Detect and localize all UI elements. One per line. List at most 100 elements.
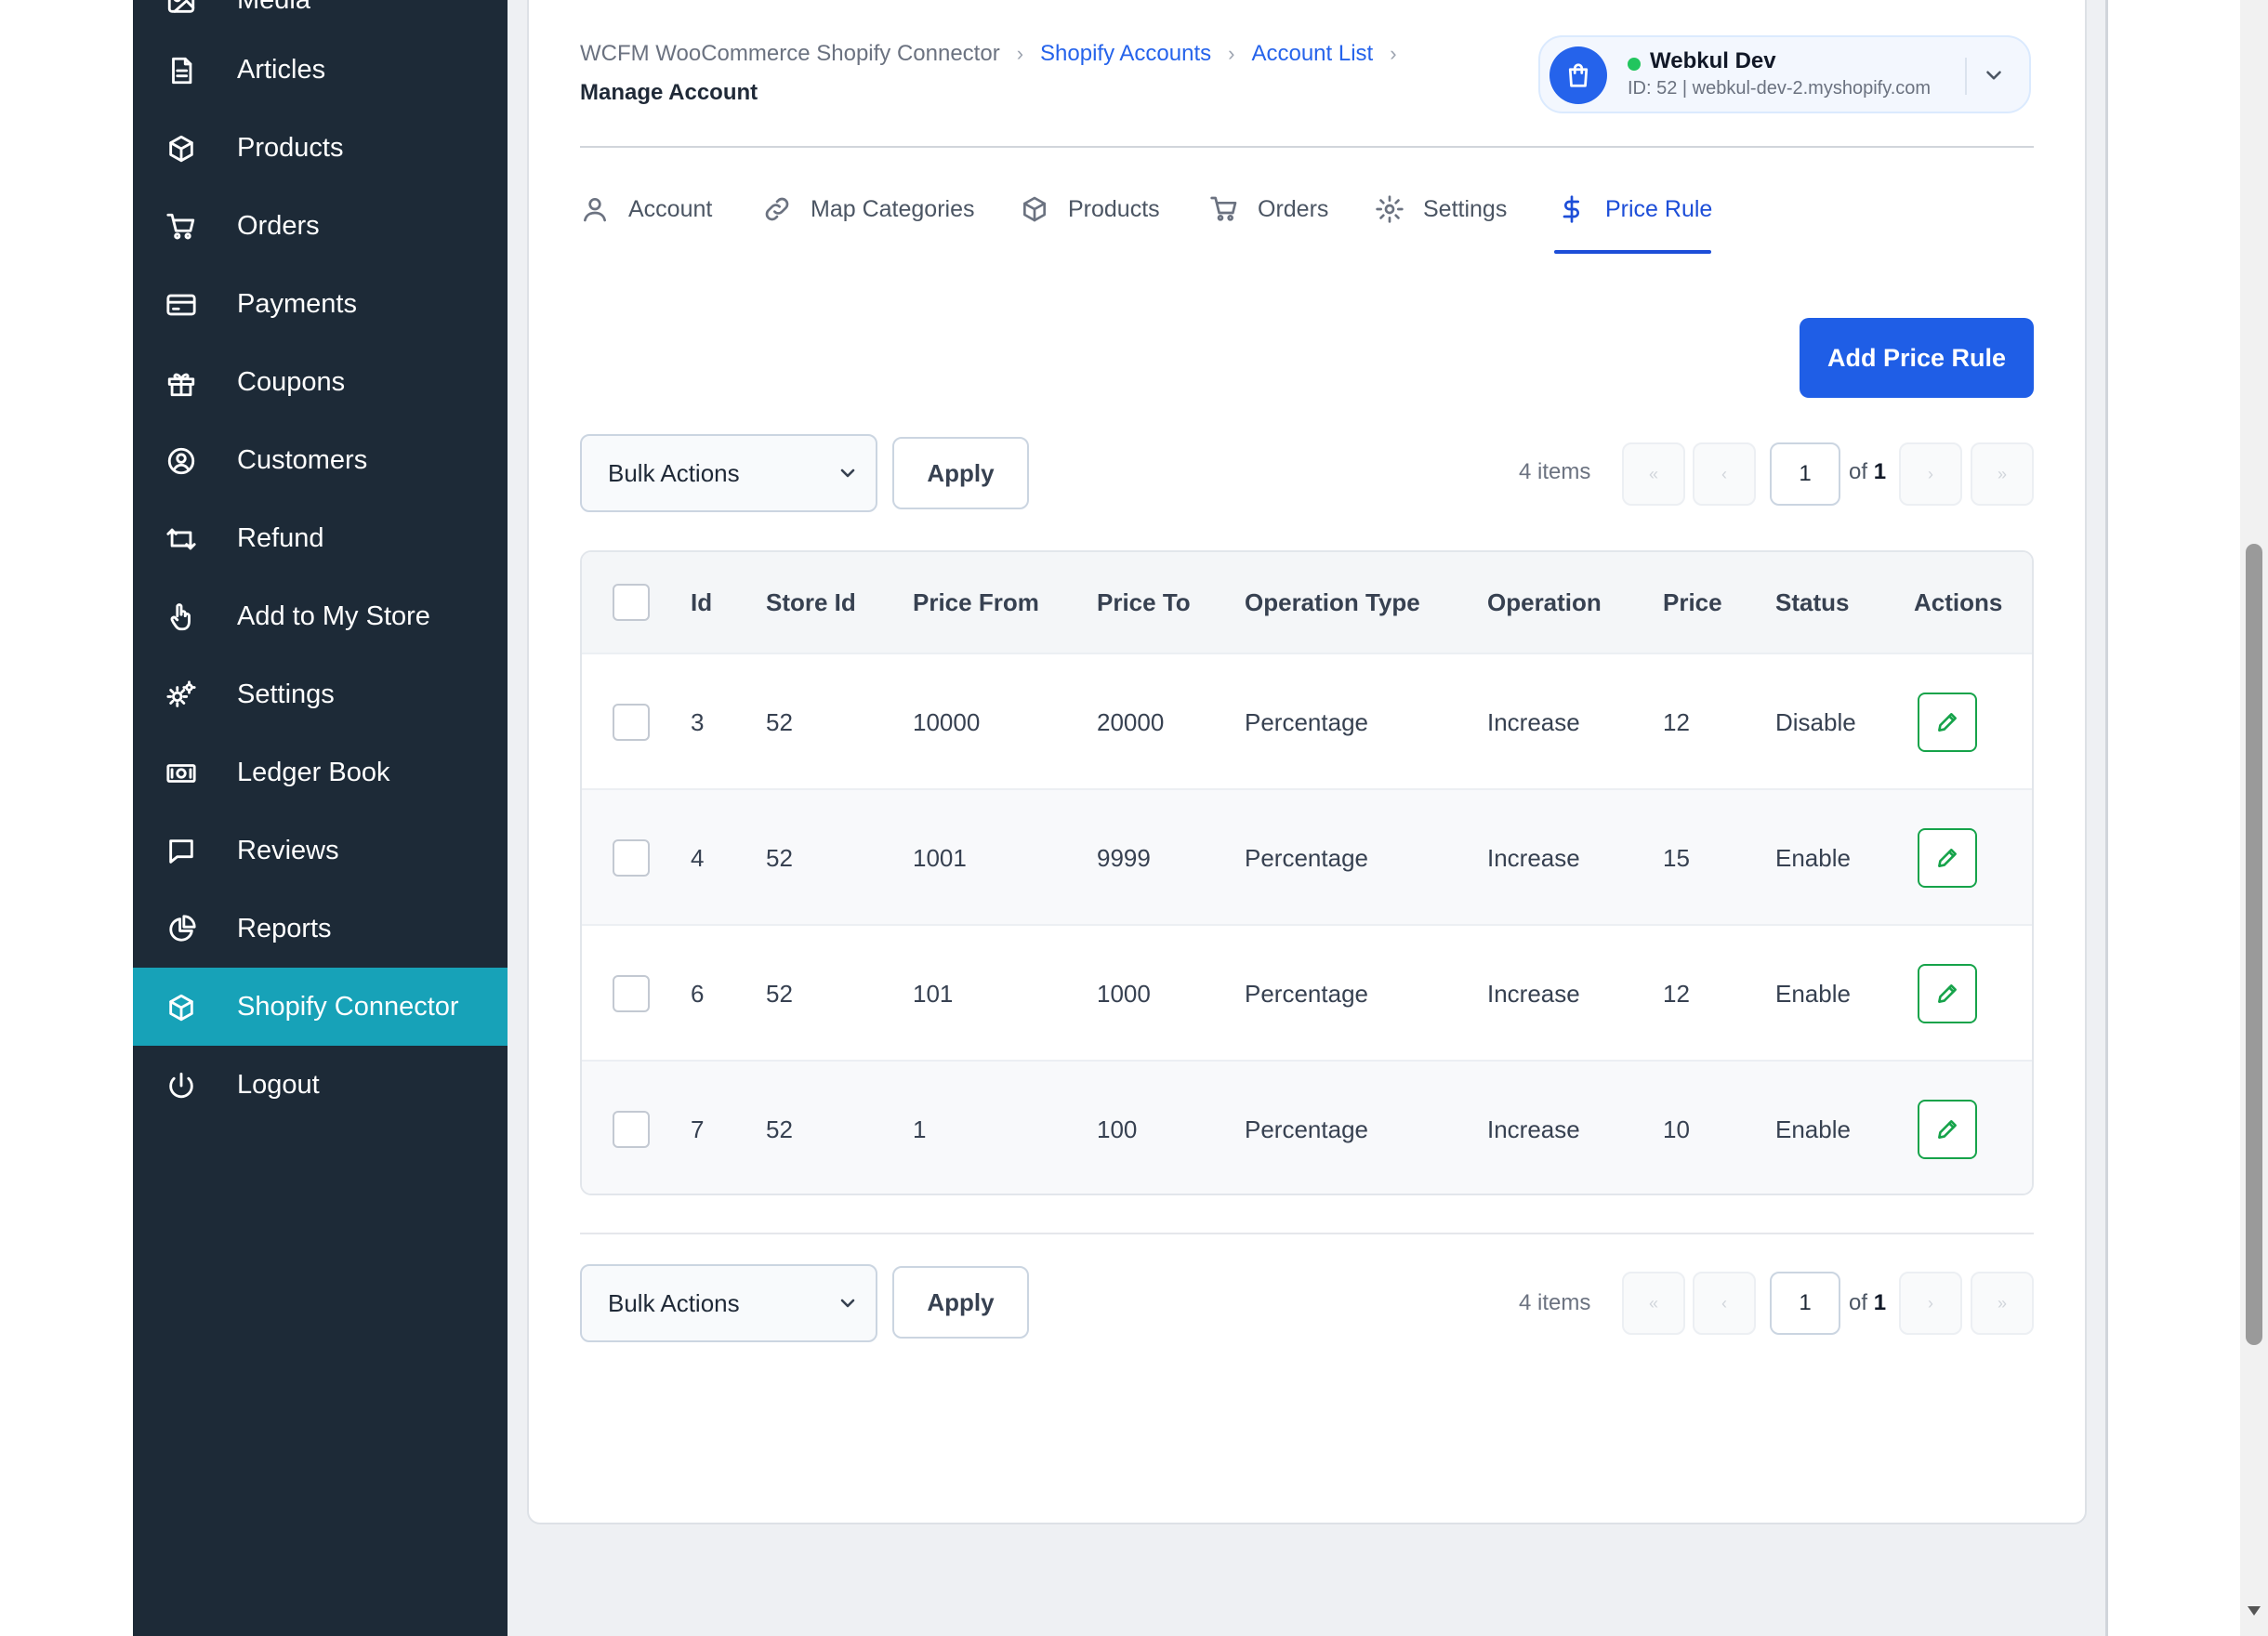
cell-store-id: 52 <box>766 844 793 872</box>
sidebar-item-logout[interactable]: Logout <box>133 1046 508 1124</box>
cell-operation-type: Percentage <box>1245 980 1368 1008</box>
page-number-input[interactable]: 1 <box>1770 442 1840 506</box>
power-icon <box>165 1070 197 1102</box>
row-checkbox[interactable] <box>613 1111 650 1148</box>
previous-page-button[interactable]: ‹ <box>1693 442 1756 506</box>
cell-price-to: 1000 <box>1097 980 1151 1008</box>
image-icon <box>165 0 197 17</box>
cell-price-from: 1 <box>913 1115 927 1143</box>
sidebar-item-articles[interactable]: Articles <box>133 31 508 109</box>
sidebar-item-reviews[interactable]: Reviews <box>133 811 508 890</box>
tab-label: Price Rule <box>1605 195 1713 222</box>
price-rule-table: Id Store Id Price From Price To Operatio… <box>580 550 2034 1195</box>
tab-label: Products <box>1068 195 1160 222</box>
sidebar-item-label: Articles <box>237 55 326 85</box>
row-checkbox[interactable] <box>613 704 650 741</box>
cell-id: 3 <box>691 708 705 736</box>
row-checkbox[interactable] <box>613 975 650 1012</box>
sidebar-item-label: Refund <box>237 523 324 553</box>
edit-button[interactable] <box>1918 693 1977 752</box>
credit-card-icon <box>165 289 197 321</box>
bulk-actions-select-bottom[interactable]: Bulk Actions <box>580 1264 877 1342</box>
table-row: 4 52 1001 9999 Percentage Increase 15 En… <box>582 788 2032 924</box>
next-page-button[interactable]: › <box>1899 442 1962 506</box>
first-page-button[interactable]: « <box>1622 1272 1685 1335</box>
scroll-down-arrow[interactable] <box>2248 1606 2261 1616</box>
cell-status: Enable <box>1775 980 1851 1008</box>
next-page-button[interactable]: › <box>1899 1272 1962 1335</box>
sidebar-item-shopify-connector[interactable]: Shopify Connector <box>133 968 508 1046</box>
cart-icon <box>165 211 197 243</box>
sidebar-item-payments[interactable]: Payments <box>133 265 508 343</box>
column-header-status: Status <box>1775 588 1850 616</box>
cell-operation: Increase <box>1487 1115 1580 1143</box>
account-switcher[interactable]: Webkul Dev ID: 52 | webkul-dev-2.myshopi… <box>1538 35 2031 113</box>
pencil-icon <box>1938 984 1957 1003</box>
sidebar-item-add-to-my-store[interactable]: Add to My Store <box>133 577 508 655</box>
cell-store-id: 52 <box>766 708 793 736</box>
column-header-operation: Operation <box>1487 588 1602 616</box>
tab-map-categories[interactable]: Map Categories <box>762 184 974 234</box>
cell-status: Enable <box>1775 844 1851 872</box>
page-number-input[interactable]: 1 <box>1770 1272 1840 1335</box>
tab-products[interactable]: Products <box>1020 184 1160 234</box>
row-checkbox[interactable] <box>613 839 650 877</box>
comment-icon <box>165 836 197 867</box>
breadcrumb-shopify-accounts[interactable]: Shopify Accounts <box>1040 41 1211 67</box>
sidebar-item-label: Coupons <box>237 367 346 397</box>
add-price-rule-button[interactable]: Add Price Rule <box>1800 318 2034 398</box>
sidebar-item-coupons[interactable]: Coupons <box>133 343 508 421</box>
document-icon <box>165 55 197 86</box>
select-all-checkbox[interactable] <box>613 584 650 621</box>
tab-settings[interactable]: Settings <box>1375 184 1507 234</box>
last-page-button[interactable]: » <box>1971 442 2034 506</box>
sidebar-item-label: Reports <box>237 914 332 943</box>
sidebar-item-label: Add to My Store <box>237 601 430 631</box>
sidebar-item-orders[interactable]: Orders <box>133 187 508 265</box>
sidebar-item-label: Customers <box>237 445 368 475</box>
tab-label: Settings <box>1423 195 1508 222</box>
tab-label: Map Categories <box>811 195 975 222</box>
edit-button[interactable] <box>1918 1100 1977 1159</box>
cell-price-to: 9999 <box>1097 844 1151 872</box>
sidebar-item-label: Ledger Book <box>237 758 390 787</box>
sidebar-item-ledger-book[interactable]: Ledger Book <box>133 733 508 811</box>
sidebar-item-settings[interactable]: Settings <box>133 655 508 733</box>
sidebar-item-products[interactable]: Products <box>133 109 508 187</box>
cell-price-from: 10000 <box>913 708 981 736</box>
sidebar-item-refund[interactable]: Refund <box>133 499 508 577</box>
column-header-operation-type: Operation Type <box>1245 588 1420 616</box>
breadcrumb-account-list[interactable]: Account List <box>1251 41 1373 67</box>
account-name: Webkul Dev <box>1650 48 1776 73</box>
gift-icon <box>165 367 197 399</box>
of-label: of <box>1849 459 1868 484</box>
sidebar-item-reports[interactable]: Reports <box>133 890 508 968</box>
of-label: of <box>1849 1290 1868 1315</box>
scrollbar-thumb[interactable] <box>2246 544 2262 1345</box>
chevron-down-icon <box>837 462 859 484</box>
cell-price: 10 <box>1663 1115 1690 1143</box>
chevron-down-icon[interactable] <box>1982 63 2006 87</box>
tab-account[interactable]: Account <box>580 184 712 234</box>
bulk-actions-select[interactable]: Bulk Actions <box>580 434 877 512</box>
breadcrumb: WCFM WooCommerce Shopify Connector › Sho… <box>580 35 1414 73</box>
gears-icon <box>165 679 197 711</box>
edit-button[interactable] <box>1918 964 1977 1023</box>
sidebar-item-customers[interactable]: Customers <box>133 421 508 499</box>
last-page-button[interactable]: » <box>1971 1272 2034 1335</box>
apply-button-bottom[interactable]: Apply <box>892 1266 1029 1339</box>
tab-price-rule[interactable]: Price Rule <box>1557 184 1712 234</box>
edit-button[interactable] <box>1918 828 1977 888</box>
hand-pointer-icon <box>165 601 197 633</box>
vertical-scrollbar[interactable] <box>2240 0 2268 1636</box>
table-row: 3 52 10000 20000 Percentage Increase 12 … <box>582 653 2032 788</box>
page-total: of 1 <box>1849 1290 1886 1316</box>
previous-page-button[interactable]: ‹ <box>1693 1272 1756 1335</box>
cell-operation: Increase <box>1487 844 1580 872</box>
first-page-button[interactable]: « <box>1622 442 1685 506</box>
page-title: Manage Account <box>580 80 758 105</box>
apply-button[interactable]: Apply <box>892 437 1029 509</box>
box-icon <box>165 992 197 1023</box>
tab-orders[interactable]: Orders <box>1209 184 1328 234</box>
shopping-bag-icon <box>1568 63 1589 87</box>
